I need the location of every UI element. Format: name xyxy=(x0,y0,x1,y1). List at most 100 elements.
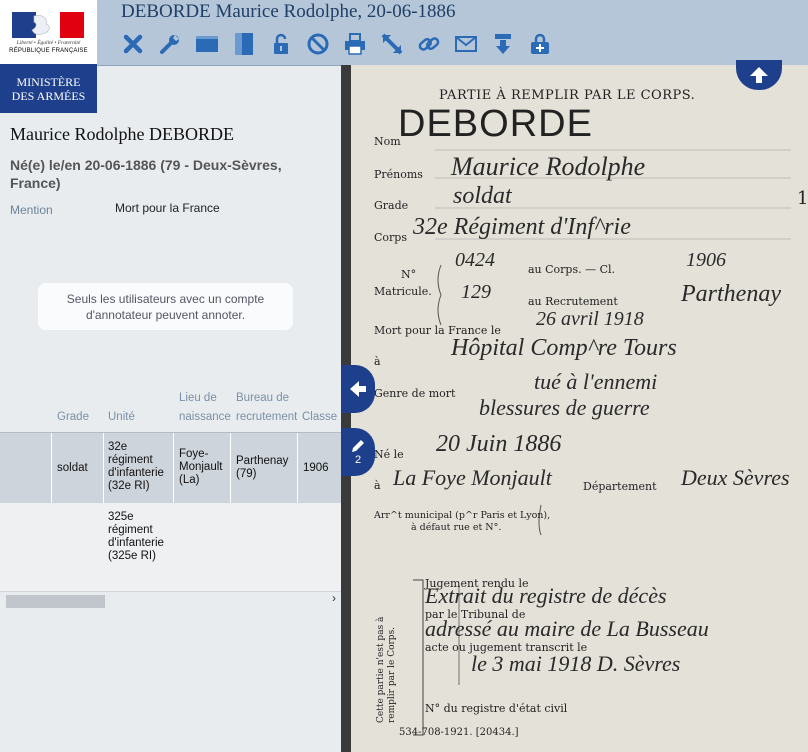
form-value-tribunal: adressé au maire de La Busseau xyxy=(425,616,709,641)
form-value-a: Hôpital Comp^re Tours xyxy=(451,335,677,361)
col-bureau: Bureau de recrutement xyxy=(236,389,297,427)
cell-lieu-line: (La) xyxy=(179,474,200,486)
form-side-note: Cette partie n'est pas à remplir par le … xyxy=(376,616,397,723)
ministry-logo[interactable]: Liberté • Égalité • Fraternité RÉPUBLIQU… xyxy=(0,0,97,113)
col-bureau-line-1: Bureau de xyxy=(236,392,290,404)
horizontal-view-button[interactable] xyxy=(193,30,221,58)
marianne-flag-icon xyxy=(12,12,84,38)
table-row[interactable]: 325e régiment d'infanterie (325e RI) xyxy=(0,503,341,592)
vertical-view-button[interactable] xyxy=(230,30,258,58)
scrollbar-thumb[interactable] xyxy=(6,595,105,608)
form-value-recrut-no: 129 xyxy=(461,281,491,303)
cell-unite-line: régiment xyxy=(108,454,153,466)
republic-motto: Liberté • Égalité • Fraternité xyxy=(16,40,81,46)
form-label-matricule: Matricule. xyxy=(374,285,432,298)
form-label-recrutement: au Recrutement xyxy=(528,295,618,308)
form-label-arr-2: à défaut rue et N°. xyxy=(411,522,502,533)
arrow-up-icon xyxy=(750,67,768,83)
horizontal-view-icon xyxy=(196,36,218,52)
wrench-icon xyxy=(160,35,179,54)
scanned-document: PARTIE À REMPLIR PAR LE CORPS. Nom DEBOR… xyxy=(351,65,808,752)
form-label-departement: Département xyxy=(583,480,657,493)
cell-bureau-line: (79) xyxy=(236,468,257,480)
form-label-arr-1: Arr^t municipal (p^r Paris et Lyon), xyxy=(374,510,551,521)
form-footer: 534-708-1921. [20434.] xyxy=(399,727,519,738)
cell-unite: 325e régiment d'infanterie (325e RI) xyxy=(108,511,164,563)
cell-unite-line: régiment xyxy=(108,524,153,536)
annotation-notice: Seuls les utilisateurs avec un compte d'… xyxy=(38,283,293,330)
form-value-recrutement: Parthenay xyxy=(681,281,781,307)
form-value-departement: Deux Sèvres xyxy=(681,465,790,490)
print-icon xyxy=(345,33,365,55)
table-row[interactable]: soldat 32e régiment d'infanterie (32e RI… xyxy=(0,432,341,504)
horizontal-scrollbar[interactable]: › xyxy=(0,591,341,608)
cell-unite-line: 32e xyxy=(108,441,128,453)
form-value-mort: 26 avril 1918 xyxy=(536,308,644,330)
form-label-ne: Né le xyxy=(374,448,404,461)
form-value-corps-no: 0424 xyxy=(455,249,495,271)
chevron-right-icon[interactable]: › xyxy=(332,591,336,605)
col-lieu-line-2: naissance xyxy=(179,411,231,423)
annotation-count: 2 xyxy=(354,454,362,466)
forbidden-icon xyxy=(307,33,329,55)
fullscreen-button[interactable] xyxy=(378,30,406,58)
form-value-classe: 1906 xyxy=(686,249,726,271)
mention-value: Mort pour la France xyxy=(115,201,220,215)
annotations-button[interactable]: 2 xyxy=(341,428,375,476)
ministry-name: MINISTÈRE DES ARMÉES xyxy=(0,64,97,113)
cell-bureau: Parthenay (79) xyxy=(236,455,288,481)
form-margin-number: 12 xyxy=(797,188,808,209)
cell-unite-line: d'infanterie xyxy=(108,537,164,549)
arrow-left-icon xyxy=(350,381,366,397)
cell-unite-line: 325e xyxy=(108,511,134,523)
form-value-genre-1: tué à l'ennemi xyxy=(534,369,658,394)
form-value-corps: 32e Régiment d'Inf^rie xyxy=(413,214,631,240)
forbid-button[interactable] xyxy=(304,30,332,58)
unlock-button[interactable] xyxy=(267,30,295,58)
cell-lieu-line: Monjault xyxy=(179,461,223,473)
lock-add-button[interactable] xyxy=(526,30,554,58)
print-button[interactable] xyxy=(341,30,369,58)
republic-name: RÉPUBLIQUE FRANÇAISE xyxy=(9,48,88,54)
record-panel: Maurice Rodolphe DEBORDE Né(e) le/en 20-… xyxy=(0,66,341,752)
form-value-nom: DEBORDE xyxy=(398,103,593,145)
form-value-ne: 20 Juin 1886 xyxy=(436,431,562,457)
document-viewer[interactable]: PARTIE À REMPLIR PAR LE CORPS. Nom DEBOR… xyxy=(341,65,808,752)
form-value-prenoms: Maurice Rodolphe xyxy=(451,152,646,181)
ministry-line-1: MINISTÈRE xyxy=(16,74,81,89)
expand-icon xyxy=(381,33,403,55)
download-button[interactable] xyxy=(489,30,517,58)
form-label-registre: N° du registre d'état civil xyxy=(425,702,568,715)
col-classe: Classe xyxy=(302,411,338,423)
toolbar xyxy=(119,30,554,58)
mail-icon xyxy=(455,36,477,52)
document-title: DEBORDE Maurice Rodolphe, 20-06-1886 xyxy=(121,1,456,22)
form-heading: PARTIE À REMPLIR PAR LE CORPS. xyxy=(439,88,696,103)
cell-unite-line: d'infanterie xyxy=(108,467,164,479)
settings-button[interactable] xyxy=(156,30,184,58)
close-button[interactable] xyxy=(119,30,147,58)
form-value-genre-2: blessures de guerre xyxy=(479,395,650,420)
close-icon xyxy=(123,34,143,54)
mention-label: Mention xyxy=(10,203,53,217)
person-name: Maurice Rodolphe DEBORDE xyxy=(10,124,234,144)
form-label-nom: Nom xyxy=(374,135,401,148)
pencil-icon xyxy=(352,440,364,452)
cell-lieu: Foye- Monjault (La) xyxy=(179,448,222,487)
form-value-ne-a: La Foye Monjault xyxy=(393,465,552,490)
col-lieu-line-1: Lieu de xyxy=(179,392,217,404)
cell-classe: 1906 xyxy=(303,462,329,474)
cell-unite: 32e régiment d'infanterie (32e RI) xyxy=(108,441,164,493)
cell-unite-line: (32e RI) xyxy=(108,480,150,492)
form-label-prenoms: Prénoms xyxy=(374,168,423,181)
collapse-panel-button[interactable] xyxy=(341,365,375,413)
col-unite: Unité xyxy=(108,411,135,423)
vertical-view-icon xyxy=(235,33,253,55)
link-icon xyxy=(418,37,440,51)
email-button[interactable] xyxy=(452,30,480,58)
cell-lieu-line: Foye- xyxy=(179,448,209,460)
permalink-button[interactable] xyxy=(415,30,443,58)
form-label-ne-a: à xyxy=(374,479,381,492)
cell-bureau-line: Parthenay xyxy=(236,455,289,467)
birth-info: Né(e) le/en 20-06-1886 (79 - Deux-Sèvres… xyxy=(10,157,282,191)
